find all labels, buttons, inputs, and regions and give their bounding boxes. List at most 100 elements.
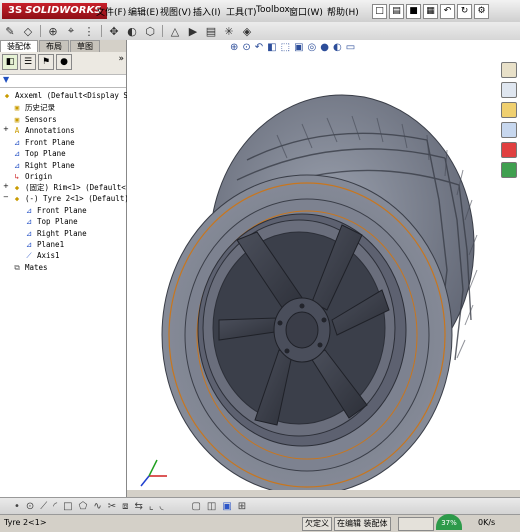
display-style-icon[interactable]: ▣ (294, 42, 303, 56)
scene-icon[interactable]: ◐ (333, 42, 342, 56)
tree-node-sensors[interactable]: ▣ Sensors (12, 114, 57, 125)
insert-component-icon[interactable]: ⊕ (45, 24, 61, 38)
expand-rim-icon[interactable]: + (3, 182, 9, 190)
tree-node-tyre[interactable]: ◆ (-) Tyre 2<1> (Default) (12, 193, 129, 204)
tree-node-tyre-right-plane[interactable]: ⊿ Right Plane (24, 228, 87, 239)
open-folder-icon[interactable]: ▤ (389, 3, 404, 19)
undo-icon[interactable]: ↶ (440, 3, 455, 19)
configuration-manager-icon[interactable]: ⚑ (38, 54, 54, 70)
expand-annotations-icon[interactable]: + (3, 125, 9, 133)
section-view-icon[interactable]: ◧ (267, 42, 276, 56)
tree-filter-bar[interactable]: ▼ (0, 75, 126, 88)
plane-icon: ⊿ (25, 206, 33, 215)
feature-manager-icon[interactable]: ◧ (2, 54, 18, 70)
manager-tabs: ◧ ☰ ⚑ ● » (0, 52, 126, 75)
tree-node-right-plane[interactable]: ⊿ Right Plane (12, 160, 75, 171)
menu-help[interactable]: 帮助(H) (327, 5, 359, 18)
tree-node-mates[interactable]: ⧉ Mates (12, 262, 47, 273)
tab-sketch[interactable]: 草图 (70, 40, 100, 52)
rectangle-icon[interactable]: □ (63, 501, 72, 512)
show-hidden-icon[interactable]: ◐ (124, 24, 140, 38)
point-icon[interactable]: • (14, 501, 20, 512)
tree-node-origin[interactable]: ↳ Origin (12, 171, 52, 182)
view-palette-icon[interactable] (501, 122, 517, 138)
design-library-icon[interactable] (501, 82, 517, 98)
tree-node-annotations[interactable]: A Annotations (12, 125, 75, 136)
custom-properties-icon[interactable] (501, 162, 517, 178)
reference-geometry-icon[interactable]: △ (167, 24, 183, 38)
fillet-icon[interactable]: ◟ (160, 501, 164, 512)
sketch-icon[interactable]: ✎ (2, 24, 18, 38)
plane-icon: ⊿ (13, 138, 21, 147)
tyre-rim-model (140, 94, 478, 496)
panel-expand-icon[interactable]: » (118, 54, 124, 72)
new-document-icon[interactable]: □ (372, 3, 387, 19)
print-icon[interactable]: ▦ (423, 3, 438, 19)
tree-node-axis1[interactable]: ⟋ Axis1 (24, 250, 59, 261)
tree-node-plane1[interactable]: ⊿ Plane1 (24, 239, 64, 250)
tree-node-front-plane[interactable]: ⊿ Front Plane (12, 137, 75, 148)
save-icon[interactable]: ■ (406, 3, 421, 19)
window-tile-icon[interactable]: ▣ (222, 501, 231, 512)
previous-view-icon[interactable]: ↶ (255, 42, 263, 56)
part-icon: ◆ (14, 194, 20, 203)
tree-node-top-plane[interactable]: ⊿ Top Plane (12, 148, 66, 159)
options-icon[interactable]: ⚙ (474, 3, 489, 19)
tree-node-tyre-top-plane[interactable]: ⊿ Top Plane (24, 216, 78, 227)
tree-node-tyre-front-plane[interactable]: ⊿ Front Plane (24, 205, 87, 216)
plane-icon: ⊿ (13, 149, 21, 158)
plane-icon: ⊿ (25, 240, 33, 249)
tab-layout[interactable]: 布局 (39, 40, 69, 52)
smart-dimension-icon[interactable]: ◇ (20, 24, 36, 38)
property-manager-icon[interactable]: ☰ (20, 54, 36, 70)
menu-toolbox[interactable]: Toolbox (256, 5, 290, 15)
tree-node-history[interactable]: ▣ 历史记录 (12, 102, 55, 113)
filter-icon[interactable]: ▼ (3, 75, 9, 84)
view-orientation-icon[interactable]: ⬚ (281, 42, 290, 56)
tab-assembly[interactable]: 装配体 (0, 40, 38, 52)
tree-node-assembly[interactable]: ◆ Axxeml (Default<Display S (2, 90, 128, 101)
polygon-icon[interactable]: ⬠ (79, 501, 88, 512)
assembly-features-icon[interactable]: ⬡ (142, 24, 158, 38)
mirror-icon[interactable]: ⇆ (134, 501, 142, 512)
offset-icon[interactable]: ⧈ (122, 501, 128, 512)
menu-file[interactable]: 文件(F) (96, 5, 126, 18)
menu-edit[interactable]: 编辑(E) (128, 5, 159, 18)
mate-icon[interactable]: ⌖ (63, 24, 79, 38)
arc-icon[interactable]: ◜ (53, 501, 57, 512)
tree-node-rim[interactable]: ◆ (固定) Rim<1> (Default< (12, 182, 126, 193)
instant3d-icon[interactable]: ◈ (239, 24, 255, 38)
zoom-area-icon[interactable]: ⊙ (242, 42, 250, 56)
corner-icon[interactable]: ⌞ (149, 501, 154, 512)
rebuild-icon[interactable]: ↻ (457, 3, 472, 19)
two-view-icon[interactable]: ◫ (207, 501, 216, 512)
four-view-icon[interactable]: ⊞ (238, 501, 246, 512)
zoom-to-fit-icon[interactable]: ⊕ (230, 42, 238, 56)
graphics-viewport[interactable] (127, 40, 520, 496)
trim-icon[interactable]: ✂ (108, 501, 116, 512)
view-toolbar: ⊕ ⊙ ↶ ◧ ⬚ ▣ ◎ ● ◐ ▭ (230, 42, 355, 56)
new-motion-study-icon[interactable]: ▶ (185, 24, 201, 38)
origin-icon: ↳ (14, 172, 20, 181)
solidworks-logo[interactable]: 3S SOLIDWORKS (2, 3, 108, 19)
resources-icon[interactable] (501, 62, 517, 78)
menu-insert[interactable]: 插入(I) (193, 5, 221, 18)
display-manager-icon[interactable]: ● (56, 54, 72, 70)
menu-view[interactable]: 视图(V) (160, 5, 191, 18)
move-component-icon[interactable]: ✥ (106, 24, 122, 38)
exploded-view-icon[interactable]: ✳ (221, 24, 237, 38)
hide-show-items-icon[interactable]: ◎ (308, 42, 317, 56)
view-settings-icon[interactable]: ▭ (346, 42, 355, 56)
file-explorer-icon[interactable] (501, 102, 517, 118)
collapse-tyre-icon[interactable]: − (3, 193, 9, 201)
line-icon[interactable]: ⟋ (40, 501, 47, 512)
single-view-icon[interactable]: ▢ (191, 501, 200, 512)
appearances-icon[interactable] (501, 142, 517, 158)
menu-tools[interactable]: 工具(T) (226, 5, 257, 18)
appearance-icon[interactable]: ● (320, 42, 329, 56)
bill-of-materials-icon[interactable]: ▤ (203, 24, 219, 38)
spline-icon[interactable]: ∿ (93, 501, 101, 512)
circle-icon[interactable]: ⊙ (26, 501, 34, 512)
linear-pattern-icon[interactable]: ⋮ (81, 24, 97, 38)
menu-window[interactable]: 窗口(W) (289, 5, 323, 18)
